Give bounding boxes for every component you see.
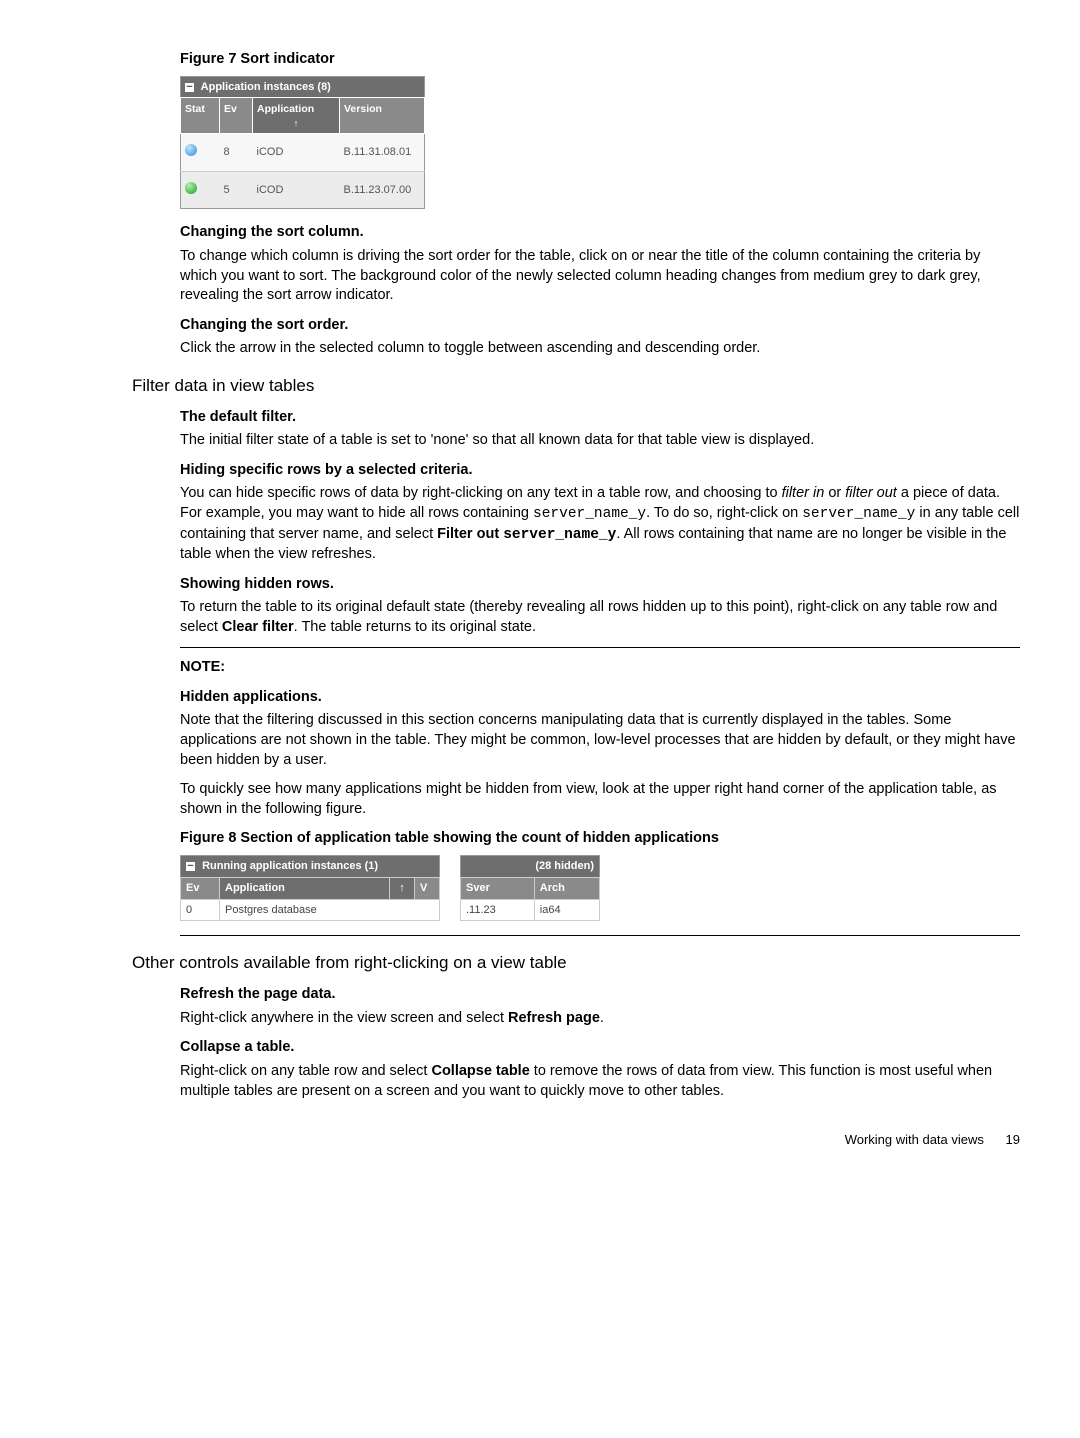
refresh-heading: Refresh the page data. [180,985,1020,1005]
hiding-rows-heading: Hiding specific rows by a selected crite… [180,461,1020,481]
sort-arrow-icon[interactable]: ↑ [257,117,335,129]
page-footer: Working with data views 19 [180,1131,1020,1149]
default-filter-heading: The default filter. [180,408,1020,428]
note-label: NOTE: [180,658,1020,678]
divider [180,935,1020,936]
refresh-body: Right-click anywhere in the view screen … [180,1009,1020,1029]
status-green-icon [185,182,197,194]
status-cell [181,171,220,209]
ev-cell: 8 [220,133,253,171]
status-cell [181,133,220,171]
fig7-title: Application instances (8) [201,81,331,93]
col-sver[interactable]: Sver [461,877,535,899]
sort-arrow-icon[interactable]: ↑ [390,877,415,899]
ev-cell: 5 [220,171,253,209]
arch-cell: ia64 [534,899,599,921]
app-cell[interactable]: iCOD [253,171,340,209]
divider [180,647,1020,648]
sver-cell: .11.23 [461,899,535,921]
hidden-count: (28 hidden) [461,855,600,877]
col-application[interactable]: Application ↑ [253,98,340,133]
note-heading: Hidden applications. [180,688,1020,708]
col-application[interactable]: Application [220,877,390,899]
default-filter-body: The initial filter state of a table is s… [180,431,1020,451]
changing-sort-order-heading: Changing the sort order. [180,316,1020,336]
collapse-icon[interactable]: − [185,83,194,92]
col-stat[interactable]: Stat [181,98,220,133]
col-version[interactable]: Version [340,98,425,133]
collapse-heading: Collapse a table. [180,1038,1020,1058]
app-cell[interactable]: Postgres database [220,899,440,921]
other-controls-heading: Other controls available from right-clic… [132,952,1020,975]
col-v[interactable]: V [415,877,440,899]
figure-8-wrap: − Running application instances (1) Ev A… [180,855,1020,922]
page-number: 19 [1006,1132,1020,1147]
col-ev[interactable]: Ev [220,98,253,133]
figure-8-left: − Running application instances (1) Ev A… [180,855,440,922]
figure-7-caption: Figure 7 Sort indicator [180,50,1020,70]
col-ev[interactable]: Ev [181,877,220,899]
note-p2: To quickly see how many applications mig… [180,780,1020,819]
changing-sort-column-heading: Changing the sort column. [180,223,1020,243]
col-arch[interactable]: Arch [534,877,599,899]
showing-hidden-heading: Showing hidden rows. [180,575,1020,595]
ver-cell: B.11.31.08.01 [340,133,425,171]
collapse-body: Right-click on any table row and select … [180,1062,1020,1101]
status-blue-icon [185,144,197,156]
figure-8-caption: Figure 8 Section of application table sh… [180,829,1020,849]
collapse-icon[interactable]: − [186,862,195,871]
changing-sort-order-body: Click the arrow in the selected column t… [180,339,1020,359]
ver-cell: B.11.23.07.00 [340,171,425,209]
figure-7-table: − Application instances (8) Stat Ev Appl… [180,76,425,210]
showing-hidden-body: To return the table to its original defa… [180,598,1020,637]
ev-cell: 0 [181,899,220,921]
app-cell[interactable]: iCOD [253,133,340,171]
filter-data-heading: Filter data in view tables [132,375,1020,398]
changing-sort-column-body: To change which column is driving the so… [180,247,1020,306]
footer-text: Working with data views [845,1132,984,1147]
hiding-rows-body: You can hide specific rows of data by ri… [180,484,1020,564]
note-p1: Note that the filtering discussed in thi… [180,711,1020,770]
figure-8-right: (28 hidden) Sver Arch .11.23 ia64 [460,855,600,922]
